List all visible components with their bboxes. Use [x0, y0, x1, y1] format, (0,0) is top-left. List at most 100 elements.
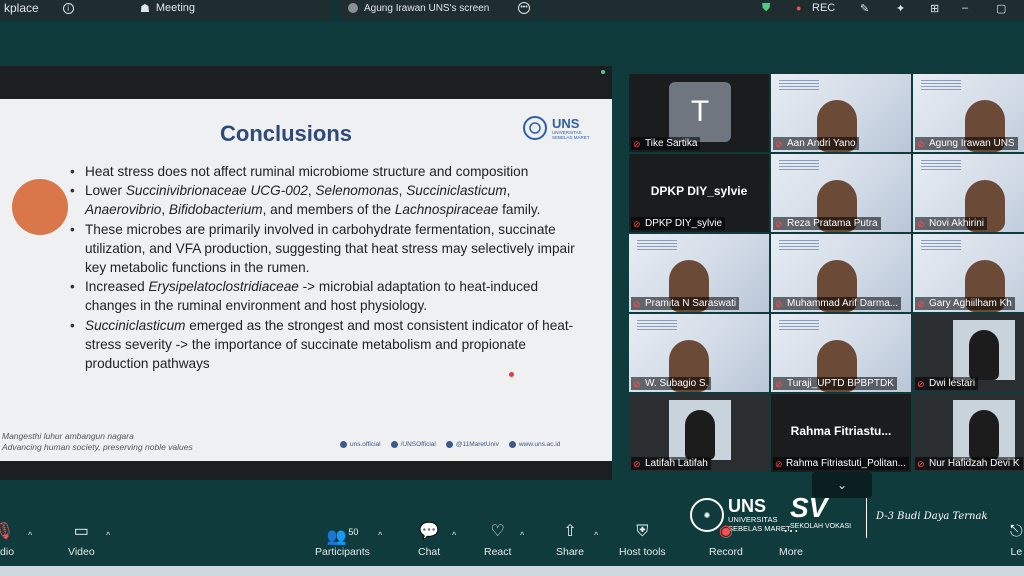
participant-tile[interactable]: ⊘ W. Subagio S. — [629, 314, 769, 392]
mic-muted-icon: ⊘ — [633, 138, 641, 149]
uns-seal-icon — [523, 116, 547, 140]
participant-tile[interactable]: ⊘ Muhammad Arif Darma... — [771, 234, 911, 312]
top-bar: kplace i ☗ Meeting Agung Irawan UNS's sc… — [0, 0, 1024, 22]
participant-name-tag: ⊘ Novi Akhirini — [915, 217, 988, 230]
conclusion-item: These microbes are primarily involved in… — [70, 220, 580, 278]
conclusion-list: Heat stress does not affect ruminal micr… — [70, 162, 580, 373]
mic-muted-icon: ⊘ — [775, 138, 783, 149]
collapse-gallery-button[interactable]: ⌄ — [812, 472, 872, 498]
window-icon[interactable]: ▢ — [996, 2, 1006, 15]
host-tools-button[interactable]: ⛨ Host tools — [619, 524, 666, 559]
social-label: www.uns.ac.id — [518, 441, 561, 448]
participant-tile[interactable]: ⊘ Dwi lestari — [913, 314, 1024, 392]
screen-share-label: Agung Irawan UNS's screen — [364, 2, 490, 14]
participant-tile[interactable]: Rahma Fitriastu... ⊘ Rahma Fitriastuti_Pol… — [771, 394, 911, 472]
social-web: www.uns.ac.id — [508, 441, 561, 448]
conclusion-item: Increased Erysipelatoclostridiaceae -> m… — [70, 277, 580, 315]
avatar-initial: T — [669, 82, 731, 142]
facebook-icon — [390, 441, 398, 448]
participant-name-tag: ⊘ Agung Irawan UNS — [915, 137, 1018, 150]
audio-label: udio — [0, 546, 15, 558]
participant-name-tag: ⊘ W. Subagio S. — [631, 377, 712, 390]
host-tools-label: Host tools — [619, 546, 666, 558]
shield-check-icon[interactable]: ⛊ — [762, 2, 770, 15]
taxon-name: Succinivibrionaceae UCG-002 — [125, 183, 308, 199]
taxon-name: Anaerovibrio — [85, 202, 162, 218]
mic-muted-icon: ⊘ — [917, 378, 925, 389]
react-button[interactable]: ♡ React — [484, 524, 511, 559]
participant-tile[interactable]: DPKP DIY_sylvie ⊘ DPKP DIY_sylvie — [629, 154, 769, 232]
participant-tile[interactable]: ⊘ Pramita N Saraswati — [629, 234, 769, 312]
record-label: Record — [709, 546, 743, 558]
participant-name: Latifah Latifah — [645, 458, 708, 469]
participant-tile[interactable]: ⊘ Agung Irawan UNS — [913, 74, 1024, 152]
video-button[interactable]: ▭ Video — [68, 524, 95, 559]
participant-tile[interactable]: ⊘ Reza Pratama Putra — [771, 154, 911, 232]
decorative-circle — [12, 179, 68, 235]
video-options-caret[interactable]: ^ — [106, 530, 110, 540]
annotate-icon[interactable]: ✎ — [860, 2, 869, 15]
social-instagram: uns.official — [340, 441, 381, 448]
mic-muted-icon: 🎙 — [0, 523, 15, 540]
mic-muted-icon: ⊘ — [633, 298, 641, 309]
participant-name-tag: ⊘ Nur Hafidzah Devi K — [915, 457, 1023, 470]
screen-share-chip[interactable]: Agung Irawan UNS's screen ••• — [340, 0, 538, 20]
minimize-icon[interactable]: – — [962, 2, 968, 14]
share-button[interactable]: ⇧ Share — [556, 523, 584, 559]
leave-label: Le — [1010, 546, 1023, 558]
uns-brand-text: UNS — [728, 496, 767, 516]
share-screen-icon: ⇧ — [563, 523, 577, 540]
taxon-name: Lachnospiraceae — [394, 202, 499, 218]
participants-label: Participants — [315, 546, 370, 558]
audio-options-caret[interactable]: ^ — [28, 530, 32, 540]
rec-label[interactable]: REC — [812, 2, 835, 14]
record-icon: ● — [796, 3, 802, 13]
slide-footer-motto: Mangesthi luhur ambangun nagara Advancin… — [2, 431, 193, 453]
grid-icon[interactable]: ⊞ — [930, 2, 939, 15]
bullet-text: , — [161, 202, 169, 218]
mic-muted-icon: ⊘ — [775, 298, 783, 309]
share-options-caret[interactable]: ^ — [594, 530, 598, 540]
presentation-slide: Conclusions UNS UNIVERSITAS SEBELAS MARE… — [0, 99, 612, 461]
participants-options-caret[interactable]: ^ — [378, 530, 382, 540]
leave-button[interactable]: ⎋ Le — [1010, 524, 1023, 559]
participant-name: DPKP DIY_sylvie — [645, 218, 723, 229]
mic-muted-icon: ⊘ — [917, 458, 925, 469]
mic-muted-icon: ⊘ — [775, 458, 783, 469]
instagram-icon — [340, 441, 347, 448]
participant-tile[interactable]: T ⊘ Tike Sartika — [629, 74, 769, 152]
photo-figure — [685, 410, 715, 460]
participant-tile[interactable]: ⊘ Turaji_UPTD BPBPTDK — [771, 314, 911, 392]
participant-name: Aan Andri Yano — [787, 138, 856, 149]
participant-name: Nur Hafidzah Devi K — [929, 458, 1020, 469]
more-button[interactable]: ⋯ More — [779, 524, 803, 559]
participant-tile[interactable]: ⊘ Gary Aghiilham Kh — [913, 234, 1024, 312]
info-icon[interactable]: i — [62, 2, 74, 14]
participant-tile[interactable]: ⊘ Aan Andri Yano — [771, 74, 911, 152]
meeting-icon: ☗ — [140, 2, 150, 15]
participants-icon: 👥 50 — [326, 527, 359, 546]
meeting-chip[interactable]: ☗ Meeting — [132, 0, 332, 20]
bullet-text: Heat stress does not affect ruminal micr… — [85, 164, 529, 179]
participant-tile[interactable]: ⊘ Nur Hafidzah Devi K — [913, 394, 1024, 472]
motto-javanese: Mangesthi luhur ambangun nagara — [2, 431, 134, 441]
participant-tile[interactable]: ⊘ Latifah Latifah — [629, 394, 769, 472]
photo-figure — [969, 410, 999, 460]
chat-options-caret[interactable]: ^ — [452, 530, 456, 540]
bullet-text: These microbes are primarily involved in… — [85, 221, 575, 276]
react-options-caret[interactable]: ^ — [520, 530, 524, 540]
laser-pointer — [509, 372, 514, 377]
participants-button[interactable]: 👥 50 Participants — [315, 524, 370, 558]
more-options-icon[interactable]: ••• — [518, 2, 530, 14]
taxon-name: Selenomonas — [315, 183, 399, 199]
mic-muted-icon: ⊘ — [917, 138, 925, 149]
top-right-toolbar: ⛊ ● REC ✎ ✦ ⊞ – ▢ — [540, 0, 1024, 20]
social-label: @11MaretUniv — [455, 441, 499, 448]
participant-tile[interactable]: ⊘ Novi Akhirini — [913, 154, 1024, 232]
audio-button[interactable]: 🎙 udio — [0, 523, 15, 559]
sparkle-icon[interactable]: ✦ — [896, 2, 905, 15]
record-button[interactable]: ◉ Record — [709, 524, 743, 559]
mic-muted-icon: ⊘ — [775, 218, 783, 229]
participant-name: Gary Aghiilham Kh — [929, 298, 1012, 309]
chat-button[interactable]: 💬 Chat — [418, 524, 440, 559]
